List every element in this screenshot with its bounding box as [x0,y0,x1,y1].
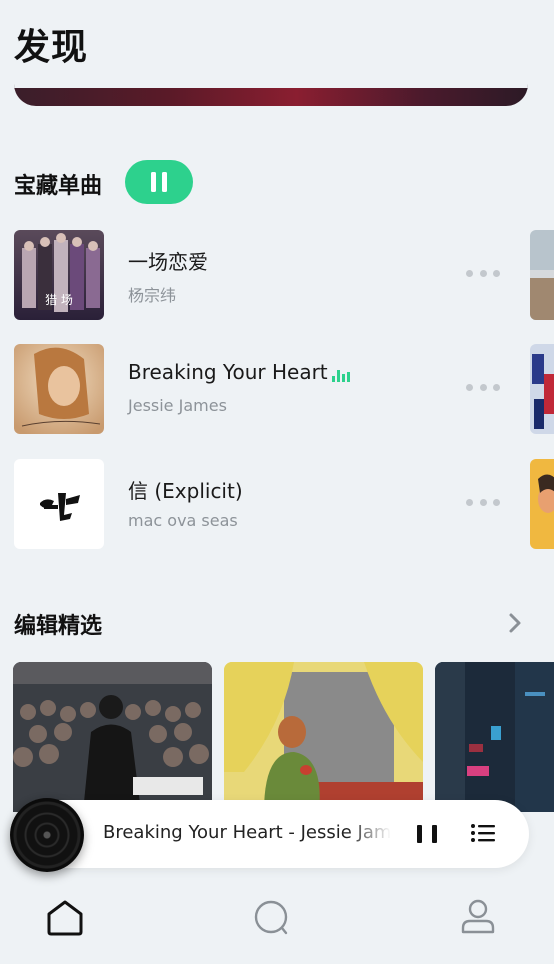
song-title: 一场恋爱 [128,250,208,274]
song-artist: 杨宗纬 [128,286,177,305]
song-artist: mac ova seas [128,511,238,530]
next-column-cover[interactable] [530,344,554,434]
search-icon[interactable] [252,898,292,938]
now-playing-icon [332,368,350,382]
next-column-cover[interactable] [530,459,554,549]
chevron-right-icon[interactable] [506,612,526,634]
now-playing-text[interactable]: Breaking Your Heart - Jessie James [103,822,391,843]
cover-text: 猎 场 [45,293,73,307]
tab-bar [0,880,554,964]
playlist-icon[interactable] [470,822,496,844]
play-pause-button[interactable] [125,160,193,204]
page-title: 发现 [14,27,89,68]
album-cover [14,459,104,549]
album-cover: 猎 场 [14,230,104,320]
singles-section-title: 宝藏单曲 [14,174,103,199]
playlist-card[interactable] [224,662,423,812]
banner-carousel[interactable] [14,70,528,106]
profile-icon[interactable] [458,898,498,938]
pause-icon [151,172,167,192]
home-icon[interactable] [45,898,85,938]
playlist-card[interactable] [13,662,212,812]
vinyl-disc-icon[interactable] [10,798,84,872]
song-row[interactable]: Breaking Your Heart Jessie James [14,344,554,434]
editor-picks-title: 编辑精选 [14,614,103,639]
album-cover [14,344,104,434]
song-title: Breaking Your Heart [128,360,328,384]
song-title: 信 (Explicit) [128,479,243,503]
more-options-icon[interactable] [466,499,500,509]
playlist-card[interactable] [435,662,554,812]
song-artist: Jessie James [128,396,227,415]
pause-icon[interactable] [417,822,437,846]
more-options-icon[interactable] [466,270,500,280]
more-options-icon[interactable] [466,384,500,394]
song-row[interactable]: 信 (Explicit) mac ova seas [14,459,554,549]
song-row[interactable]: 猎 场 一场恋爱 杨宗纬 [14,230,554,320]
next-column-cover[interactable] [530,230,554,320]
